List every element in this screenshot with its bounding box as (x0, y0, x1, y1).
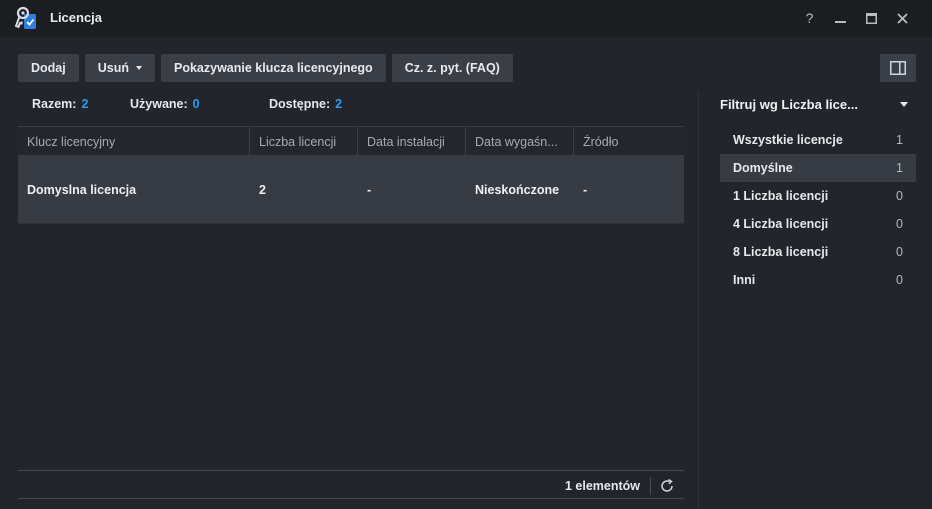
cell-license-count: 2 (259, 182, 266, 197)
column-header-license-count[interactable]: Liczba licencji (250, 127, 358, 156)
filter-item-count: 0 (896, 217, 903, 231)
license-stats: Razem: 2 Używane: 0 Dostępne: 2 (32, 97, 342, 111)
window-controls: ? (794, 8, 918, 28)
column-header-license-key[interactable]: Klucz licencyjny (18, 127, 250, 156)
table-row[interactable]: Domyslna licencja 2 - Nieskończone - (18, 156, 684, 224)
show-license-key-button[interactable]: Pokazywanie klucza licencyjnego (160, 54, 386, 82)
refresh-icon[interactable] (659, 478, 675, 494)
help-button[interactable]: ? (794, 8, 825, 28)
filter-item-label: Inni (733, 273, 756, 287)
filter-item-label: 4 Liczba licencji (733, 217, 829, 231)
remove-dropdown-button[interactable]: Usuń (84, 54, 155, 82)
filter-item-count: 0 (896, 245, 903, 259)
filter-item-count: 1 (896, 133, 903, 147)
cell-source: - (583, 182, 588, 197)
table-header: Klucz licencyjny Liczba licencji Data in… (18, 126, 684, 156)
faq-label: Cz. z. pyt. (FAQ) (404, 61, 500, 75)
stat-available: Dostępne: 2 (269, 97, 342, 111)
license-key-icon (15, 6, 36, 29)
minimize-button[interactable] (825, 8, 856, 28)
stat-used: Używane: 0 (130, 97, 269, 111)
footer-separator (650, 477, 651, 495)
filter-dropdown[interactable]: Filtruj wg Liczba lice... (720, 97, 915, 112)
cell-license-key: Domyslna licencja (27, 182, 137, 197)
stat-used-value: 0 (192, 97, 200, 111)
panel-splitter[interactable] (698, 92, 699, 509)
item-count: 1 elementów (565, 479, 641, 493)
add-button-label: Dodaj (31, 61, 66, 75)
window-title: Licencja (50, 10, 103, 25)
column-header-expiry-date[interactable]: Data wygaśn... (466, 127, 574, 156)
filter-item-other[interactable]: Inni 0 (720, 266, 916, 294)
stat-available-value: 2 (335, 97, 343, 111)
filter-item-label: Domyślne (733, 161, 793, 175)
filter-item-label: 1 Liczba licencji (733, 189, 829, 203)
help-icon: ? (805, 10, 814, 26)
filter-item-count: 0 (896, 189, 903, 203)
stat-used-label: Używane: (130, 97, 188, 111)
panel-toggle-icon (890, 61, 906, 75)
toolbar: Dodaj Usuń Pokazywanie klucza licencyjne… (18, 54, 513, 82)
column-header-install-date[interactable]: Data instalacji (358, 127, 466, 156)
footer-bottom-divider (18, 498, 684, 499)
add-button[interactable]: Dodaj (18, 54, 79, 82)
minimize-icon (835, 20, 846, 23)
filter-item-count: 0 (896, 273, 903, 287)
stat-total: Razem: 2 (32, 97, 130, 111)
column-header-source[interactable]: Źródło (574, 127, 684, 156)
stat-total-value: 2 (81, 97, 89, 111)
filter-item-1-license[interactable]: 1 Liczba licencji 0 (720, 182, 916, 210)
show-key-label: Pokazywanie klucza licencyjnego (173, 61, 373, 75)
dropdown-caret-icon (135, 66, 142, 70)
filter-item-all[interactable]: Wszystkie licencje 1 (720, 126, 916, 154)
filter-title: Filtruj wg Liczba lice... (720, 97, 858, 112)
panel-toggle-button[interactable] (880, 54, 916, 82)
remove-button-label: Usuń (97, 61, 129, 75)
license-table: Klucz licencyjny Liczba licencji Data in… (18, 126, 684, 224)
close-button[interactable] (887, 8, 918, 28)
title-bar: Licencja ? (0, 0, 932, 37)
filter-item-default[interactable]: Domyślne 1 (720, 154, 916, 182)
maximize-icon (866, 12, 877, 24)
stat-available-label: Dostępne: (269, 97, 331, 111)
cell-expiry-date: Nieskończone (475, 182, 560, 197)
stat-total-label: Razem: (32, 97, 77, 111)
faq-button[interactable]: Cz. z. pyt. (FAQ) (391, 54, 513, 82)
footer-divider (18, 470, 684, 471)
filter-item-8-licenses[interactable]: 8 Liczba licencji 0 (720, 238, 916, 266)
chevron-down-icon (900, 102, 908, 107)
close-icon (897, 12, 908, 24)
cell-install-date: - (367, 182, 372, 197)
filter-item-count: 1 (896, 161, 903, 175)
filter-item-label: Wszystkie licencje (733, 133, 843, 147)
filter-item-label: 8 Liczba licencji (733, 245, 829, 259)
maximize-button[interactable] (856, 8, 887, 28)
filter-list: Wszystkie licencje 1 Domyślne 1 1 Liczba… (720, 126, 916, 294)
filter-item-4-licenses[interactable]: 4 Liczba licencji 0 (720, 210, 916, 238)
